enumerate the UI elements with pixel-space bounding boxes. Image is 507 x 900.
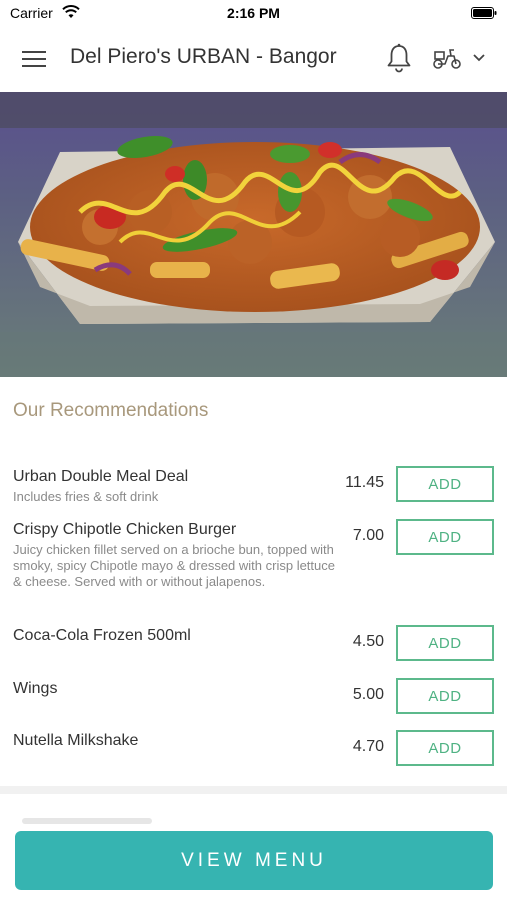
item-description: Includes fries & soft drink (13, 489, 159, 504)
chevron-down-icon[interactable] (472, 53, 486, 63)
bell-icon[interactable] (385, 43, 413, 73)
add-button[interactable]: ADD (396, 730, 494, 766)
item-description: Juicy chicken fillet served on a brioche… (13, 542, 335, 589)
view-menu-button[interactable]: VIEW MENU (15, 831, 493, 890)
item-price: 5.00 (352, 686, 384, 703)
item-name: Crispy Chipotle Chicken Burger (13, 521, 237, 538)
app-header: Del Piero's URBAN - Bangor (0, 26, 507, 92)
item-name: Wings (13, 680, 58, 697)
faded-content (22, 818, 152, 824)
hero-image (0, 92, 507, 377)
recommendations-title: Our Recommendations (13, 400, 209, 421)
menu-icon[interactable] (22, 48, 48, 70)
item-price: 11.45 (345, 474, 384, 491)
page-title: Del Piero's URBAN - Bangor (70, 45, 337, 68)
add-button[interactable]: ADD (396, 466, 494, 502)
add-button[interactable]: ADD (396, 519, 494, 555)
loaded-fries-photo (0, 92, 507, 377)
section-divider (0, 786, 507, 794)
battery-icon (471, 7, 497, 19)
item-price: 7.00 (352, 527, 384, 544)
add-button[interactable]: ADD (396, 625, 494, 661)
item-price: 4.50 (352, 633, 384, 650)
scooter-icon[interactable] (432, 46, 462, 70)
status-bar: Carrier 2:16 PM (0, 0, 507, 26)
item-name: Nutella Milkshake (13, 732, 139, 749)
item-price: 4.70 (352, 738, 384, 755)
add-button[interactable]: ADD (396, 678, 494, 714)
item-name: Coca-Cola Frozen 500ml (13, 627, 191, 644)
status-time: 2:16 PM (227, 5, 280, 21)
item-name: Urban Double Meal Deal (13, 468, 189, 485)
